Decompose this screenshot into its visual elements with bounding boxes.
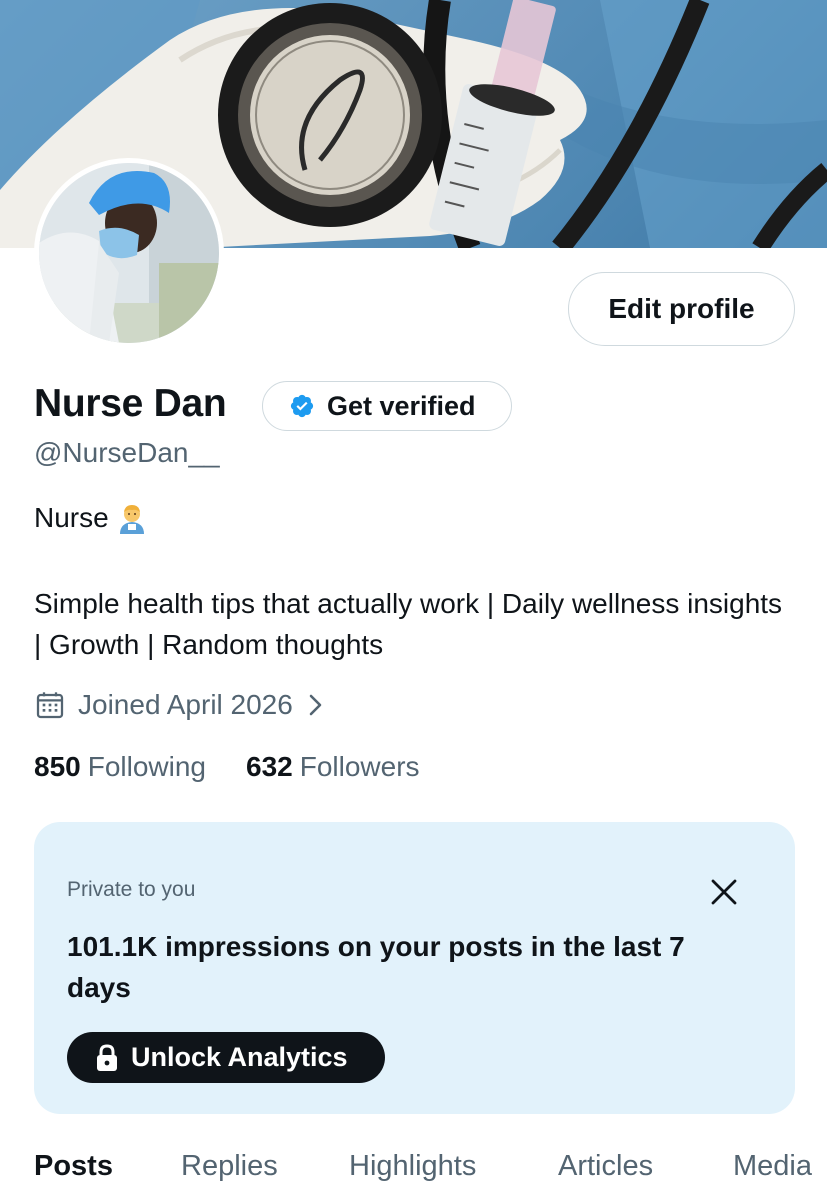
- following-count: 850: [34, 751, 81, 782]
- profile-tabs: Posts Replies Highlights Articles Media: [0, 1140, 827, 1200]
- joined-date[interactable]: Joined April 2026: [34, 689, 327, 721]
- follow-stats: 850 Following 632 Followers: [34, 751, 460, 783]
- private-label: Private to you: [67, 878, 196, 901]
- joined-text: Joined April 2026: [78, 689, 293, 720]
- private-analytics-card: Private to you 101.1K impressions on you…: [34, 822, 795, 1114]
- verified-badge-icon: [290, 394, 314, 418]
- impressions-headline: 101.1K impressions on your posts in the …: [67, 931, 685, 1003]
- followers-label: Followers: [299, 751, 420, 782]
- user-handle: @NurseDan__: [34, 437, 220, 468]
- following-link[interactable]: 850 Following: [34, 751, 206, 783]
- bio-description: Simple health tips that actually work | …: [34, 588, 783, 660]
- profile-avatar[interactable]: [34, 158, 224, 348]
- profile-page: Edit profile Nurse Dan Get verified @Nur…: [0, 0, 827, 1200]
- bio-title-text: Nurse: [34, 502, 109, 533]
- close-icon: [711, 879, 737, 905]
- tab-articles[interactable]: Articles: [558, 1150, 653, 1183]
- bio-title: Nurse: [34, 502, 147, 534]
- followers-link[interactable]: 632 Followers: [246, 751, 420, 783]
- chevron-right-icon: [309, 694, 322, 716]
- followers-count: 632: [246, 751, 293, 782]
- tab-posts[interactable]: Posts: [34, 1150, 113, 1183]
- tab-highlights[interactable]: Highlights: [349, 1150, 476, 1183]
- tab-replies[interactable]: Replies: [181, 1150, 278, 1183]
- lock-icon: [97, 1043, 117, 1071]
- get-verified-label: Get verified: [327, 390, 476, 421]
- avatar-image: [39, 163, 219, 343]
- get-verified-button[interactable]: Get verified: [262, 381, 512, 431]
- edit-profile-button[interactable]: Edit profile: [568, 272, 795, 346]
- unlock-analytics-button[interactable]: Unlock Analytics: [67, 1032, 385, 1083]
- display-name: Nurse Dan: [34, 382, 227, 425]
- following-label: Following: [87, 751, 206, 782]
- nurse-emoji-icon: [119, 505, 144, 534]
- close-card-button[interactable]: [706, 874, 742, 910]
- tab-media[interactable]: Media: [733, 1150, 812, 1183]
- unlock-analytics-label: Unlock Analytics: [131, 1042, 348, 1072]
- calendar-icon: [36, 692, 64, 719]
